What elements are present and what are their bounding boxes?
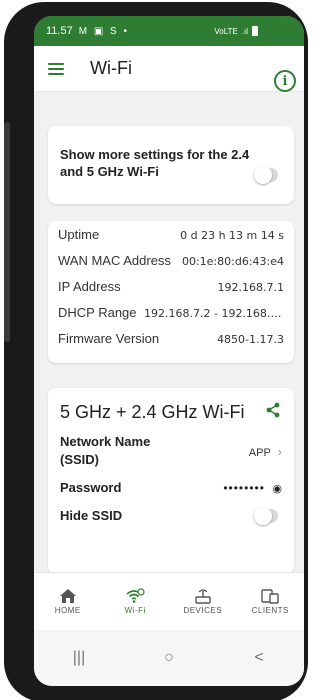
- info-label: DHCP Range: [58, 305, 137, 320]
- toggle-knob: [254, 507, 272, 525]
- info-row-ip-address: IP Address 192.168.7.1: [58, 279, 284, 305]
- chevron-right-icon: ›: [277, 443, 282, 459]
- router-info-card: Uptime 0 d 23 h 13 m 14 s WAN MAC Addres…: [48, 221, 294, 363]
- wifi-icon: [126, 588, 145, 603]
- home-button[interactable]: ○: [149, 649, 189, 667]
- nav-item-wifi[interactable]: Wi-Fi: [102, 573, 170, 630]
- password-value-wrap: •••••••• ◉: [223, 479, 282, 497]
- volte-indicator: VoLTE: [214, 26, 238, 36]
- password-row: Password •••••••• ◉: [60, 479, 282, 497]
- bottom-nav: HOME Wi-Fi DEVICES CLIENTS: [34, 572, 304, 630]
- battery-icon: [252, 26, 258, 36]
- wifi-card: 5 GHz + 2.4 GHz Wi-Fi Network Name (SSID…: [48, 388, 294, 574]
- info-value: 4850-1.17.3: [217, 333, 284, 346]
- nav-label: DEVICES: [183, 606, 223, 615]
- notification-icons: M ▣ S •: [78, 25, 130, 37]
- home-icon: [59, 589, 76, 603]
- network-name-label: Network Name (SSID): [60, 434, 151, 467]
- toggle-knob: [254, 166, 272, 184]
- router-icon: [195, 589, 211, 604]
- hide-ssid-row: Hide SSID: [60, 507, 282, 525]
- more-settings-label: Show more settings for the 2.4 and 5 GHz…: [60, 147, 250, 179]
- menu-icon[interactable]: [48, 62, 64, 75]
- status-bar: 11.57 M ▣ S • VoLTE .ıl: [34, 16, 304, 46]
- phone-side-edge: [4, 122, 10, 342]
- info-value: 192.168.7.2 - 192.168.7....: [144, 307, 284, 320]
- info-row-uptime: Uptime 0 d 23 h 13 m 14 s: [58, 227, 284, 253]
- app-bar: Wi-Fi i: [34, 46, 304, 92]
- network-name-value-wrap: APP ›: [249, 444, 282, 459]
- info-row-wan-mac: WAN MAC Address 00:1e:80:d6:43:e4: [58, 253, 284, 279]
- info-value: 192.168.7.1: [217, 281, 284, 294]
- nav-item-home[interactable]: HOME: [34, 573, 102, 630]
- nav-label: CLIENTS: [251, 606, 289, 615]
- info-value: 0 d 23 h 13 m 14 s: [180, 229, 284, 242]
- network-name-value: APP: [248, 446, 271, 459]
- nav-item-clients[interactable]: CLIENTS: [237, 573, 305, 630]
- info-row-dhcp-range: DHCP Range 192.168.7.2 - 192.168.7....: [58, 305, 284, 331]
- nav-label: HOME: [54, 606, 81, 615]
- info-label: IP Address: [58, 279, 121, 294]
- hide-ssid-toggle[interactable]: [254, 507, 278, 525]
- password-value: ••••••••: [223, 481, 265, 495]
- password-label: Password: [60, 480, 122, 495]
- eye-icon[interactable]: ◉: [272, 483, 282, 495]
- info-label: WAN MAC Address: [58, 253, 171, 268]
- network-name-row[interactable]: Network Name (SSID) APP ›: [60, 433, 282, 469]
- info-value: 00:1e:80:d6:43:e4: [181, 255, 284, 268]
- info-icon: i: [282, 73, 288, 89]
- phone-frame: 11.57 M ▣ S • VoLTE .ıl Wi-Fi i Show mor…: [4, 2, 308, 700]
- status-right: VoLTE .ıl: [214, 26, 258, 36]
- nav-label: Wi-Fi: [124, 606, 146, 615]
- wifi-card-title: 5 GHz + 2.4 GHz Wi-Fi: [60, 402, 245, 422]
- page-title: Wi-Fi: [90, 58, 132, 78]
- info-label: Uptime: [58, 227, 100, 242]
- screen: 11.57 M ▣ S • VoLTE .ıl Wi-Fi i Show mor…: [34, 16, 304, 686]
- system-nav-bar: ||| ○ <: [34, 630, 304, 686]
- clients-icon: [261, 589, 279, 604]
- share-icon[interactable]: [266, 402, 280, 418]
- back-button[interactable]: <: [239, 649, 279, 667]
- more-settings-card: Show more settings for the 2.4 and 5 GHz…: [48, 126, 294, 204]
- info-row-firmware: Firmware Version 4850-1.17.3: [58, 331, 284, 357]
- signal-icon: .ıl: [241, 26, 248, 36]
- recents-button[interactable]: |||: [59, 649, 99, 667]
- more-settings-toggle[interactable]: [254, 166, 278, 184]
- info-button[interactable]: i: [274, 70, 296, 92]
- hide-ssid-label: Hide SSID: [60, 508, 123, 523]
- status-time: 11.57: [46, 25, 73, 37]
- info-label: Firmware Version: [58, 331, 160, 346]
- nav-item-devices[interactable]: DEVICES: [169, 573, 237, 630]
